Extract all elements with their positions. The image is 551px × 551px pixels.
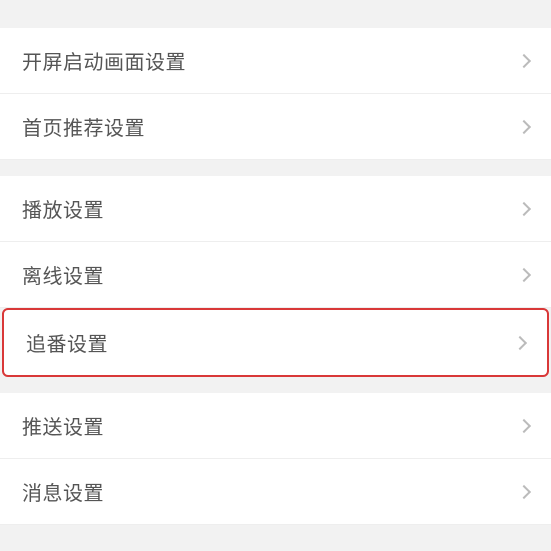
settings-item-playback[interactable]: 播放设置 — [0, 176, 551, 242]
settings-label: 首页推荐设置 — [22, 112, 145, 141]
section-divider — [0, 160, 551, 176]
settings-label: 推送设置 — [22, 411, 104, 440]
settings-item-push[interactable]: 推送设置 — [0, 393, 551, 459]
settings-label: 离线设置 — [22, 260, 104, 289]
settings-label: 开屏启动画面设置 — [22, 46, 186, 75]
settings-list: 开屏启动画面设置 首页推荐设置 播放设置 离线设置 追番设置 推送设置 消息设置 — [0, 0, 551, 541]
chevron-right-icon — [513, 335, 527, 349]
chevron-right-icon — [517, 484, 531, 498]
settings-item-homepage[interactable]: 首页推荐设置 — [0, 94, 551, 160]
section-divider — [0, 525, 551, 541]
settings-item-message[interactable]: 消息设置 — [0, 459, 551, 525]
settings-label: 追番设置 — [26, 328, 108, 357]
section-divider — [0, 377, 551, 393]
section-divider — [0, 0, 551, 28]
chevron-right-icon — [517, 119, 531, 133]
settings-label: 消息设置 — [22, 477, 104, 506]
chevron-right-icon — [517, 201, 531, 215]
chevron-right-icon — [517, 53, 531, 67]
chevron-right-icon — [517, 418, 531, 432]
settings-item-splash[interactable]: 开屏启动画面设置 — [0, 28, 551, 94]
settings-item-anime-follow[interactable]: 追番设置 — [2, 308, 549, 377]
settings-label: 播放设置 — [22, 194, 104, 223]
settings-item-offline[interactable]: 离线设置 — [0, 242, 551, 308]
chevron-right-icon — [517, 267, 531, 281]
